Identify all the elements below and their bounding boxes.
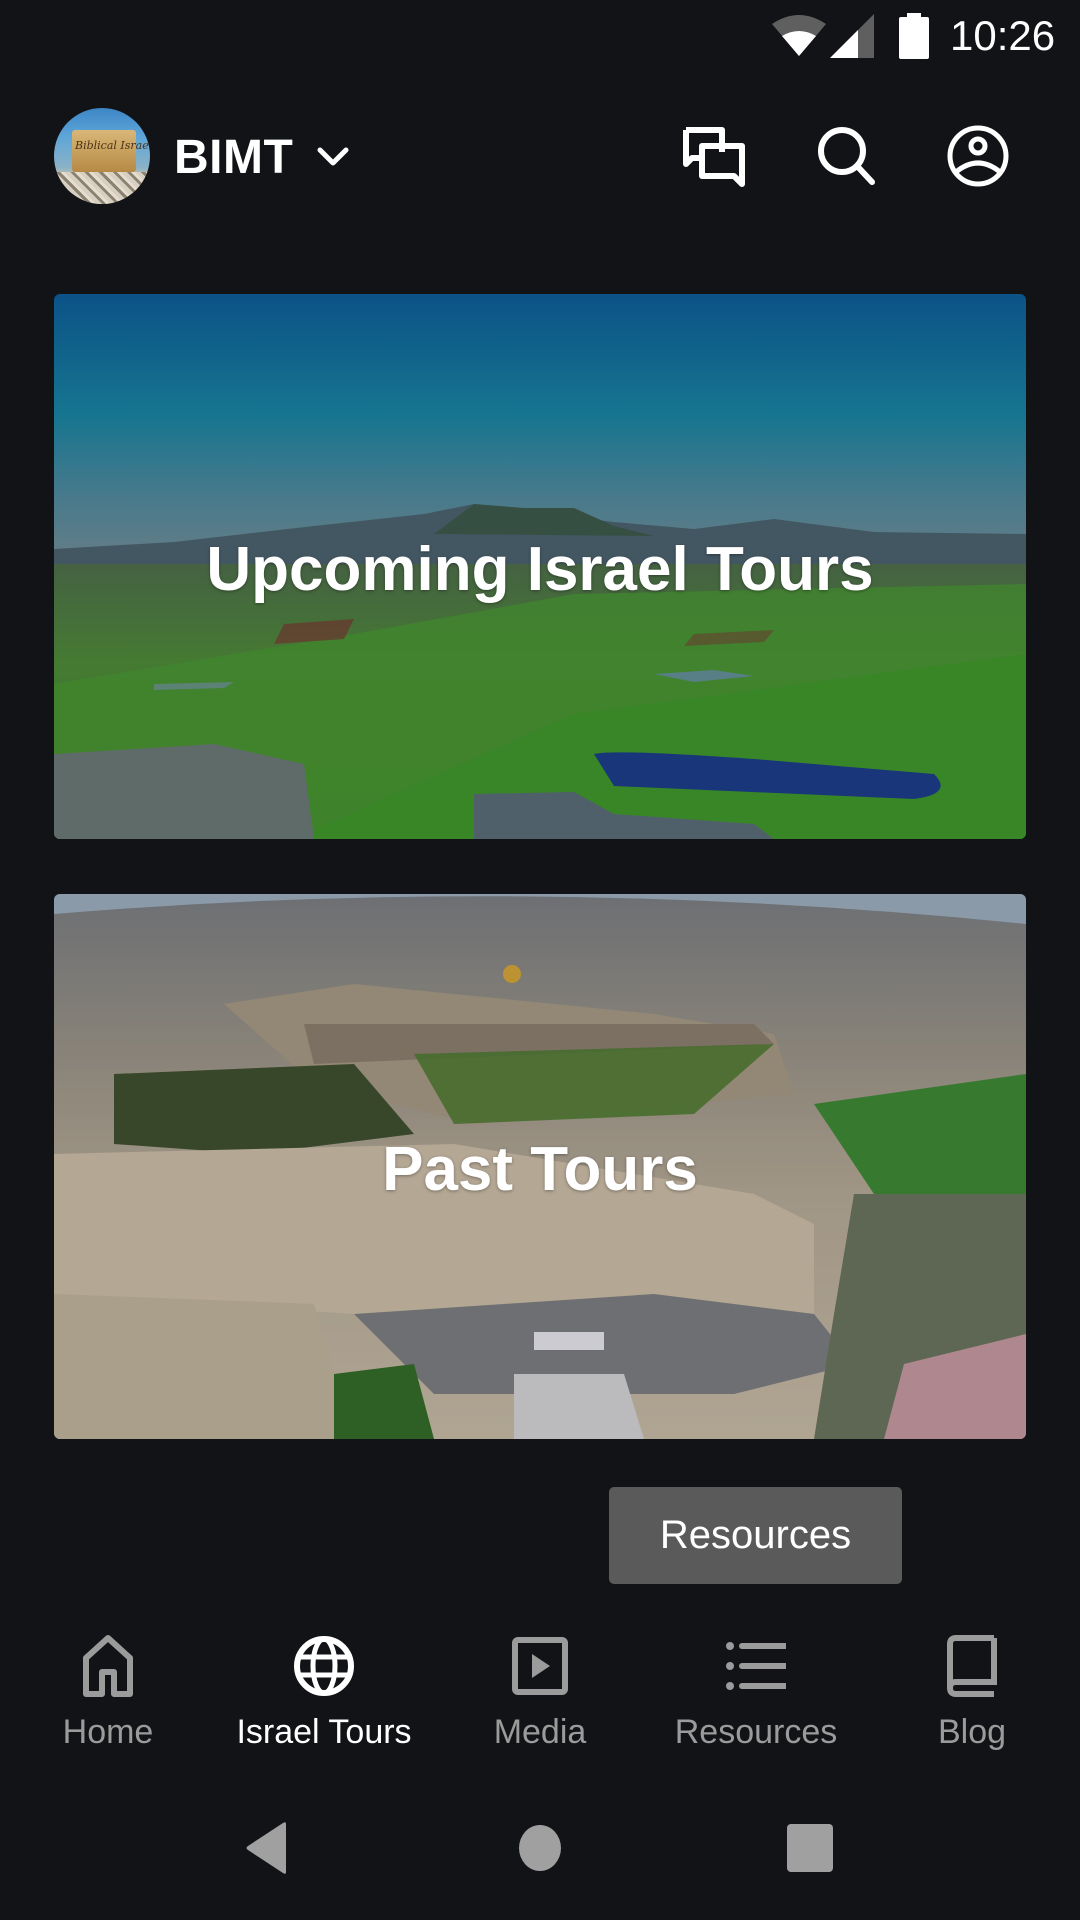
list-icon (726, 1642, 786, 1690)
upcoming-tours-card[interactable]: Upcoming Israel Tours (54, 294, 1026, 839)
tab-resources[interactable]: Resources (648, 1620, 864, 1770)
cellular-signal-icon (830, 14, 874, 58)
avatar-logo-text: Biblical Israel (75, 139, 150, 152)
back-icon[interactable] (240, 1820, 296, 1876)
system-navigation-bar (0, 1800, 1080, 1920)
tab-israel-tours[interactable]: Israel Tours (216, 1620, 432, 1770)
chevron-down-icon[interactable] (316, 146, 350, 168)
past-tours-card[interactable]: Past Tours (54, 894, 1026, 1439)
avatar[interactable]: Biblical Israel (54, 108, 150, 204)
tab-label: Media (493, 1713, 587, 1751)
card-title: Upcoming Israel Tours (206, 535, 874, 604)
tab-home[interactable]: Home (0, 1620, 216, 1770)
bottom-navigation: Home Israel Tours Media Resources Blog (0, 1620, 1080, 1770)
wifi-icon (772, 15, 826, 56)
home-icon (83, 1635, 133, 1697)
search-icon[interactable] (814, 124, 878, 188)
account-circle-icon[interactable] (946, 124, 1010, 188)
recents-icon[interactable] (782, 1820, 838, 1876)
book-icon (947, 1635, 997, 1697)
tab-label: Resources (674, 1713, 838, 1751)
avatar-logo: Biblical Israel (72, 130, 150, 172)
app-title[interactable]: BIMT (174, 130, 293, 186)
battery-icon (899, 13, 929, 59)
tab-label: Home (62, 1713, 154, 1751)
play-video-icon (512, 1637, 568, 1695)
avatar-rocks (54, 172, 150, 204)
home-circle-icon[interactable] (512, 1820, 568, 1876)
status-time: 10:26 (950, 12, 1056, 59)
tab-label: Blog (937, 1713, 1007, 1751)
globe-icon (294, 1636, 354, 1696)
tab-blog[interactable]: Blog (864, 1620, 1080, 1770)
tooltip: Resources (609, 1487, 902, 1584)
card-title: Past Tours (382, 1135, 698, 1204)
tab-media[interactable]: Media (432, 1620, 648, 1770)
tab-label: Israel Tours (236, 1713, 412, 1751)
chat-bubbles-icon[interactable] (682, 124, 746, 188)
